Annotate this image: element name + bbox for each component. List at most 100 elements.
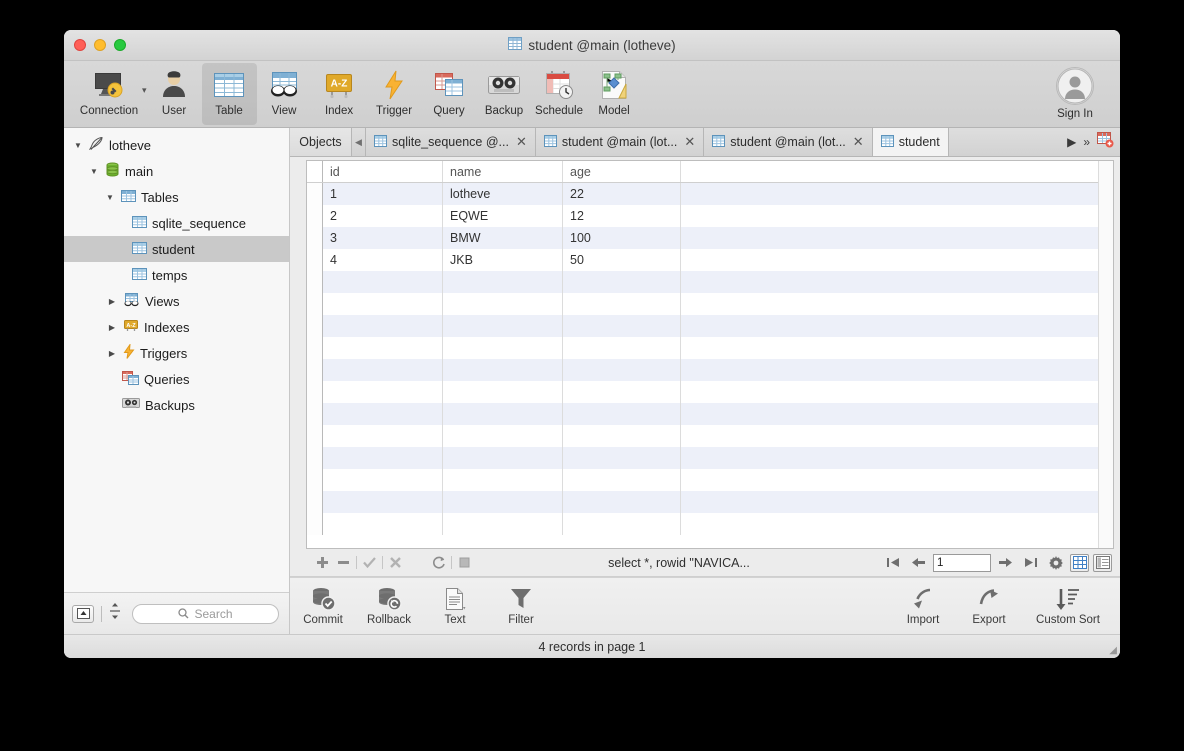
sql-preview-text[interactable]: select *, rowid "NAVICA... [475,556,883,570]
cell-age[interactable]: 100 [563,227,681,249]
tree-item-indexes[interactable]: ▶ A-Z Indexes [64,314,289,340]
twisty-down-icon[interactable]: ▼ [104,193,116,202]
table-row[interactable]: 1 lotheve 22 [307,183,1113,205]
prev-page-button[interactable] [908,553,929,573]
toolbar-item-view[interactable]: View [257,63,312,125]
cancel-changes-button[interactable] [385,553,406,573]
cell-age[interactable]: 12 [563,205,681,227]
remove-record-button[interactable] [333,553,354,573]
tree-item-views[interactable]: ▶ Views [64,288,289,314]
twisty-down-icon[interactable]: ▼ [88,167,100,176]
sign-in-button[interactable]: Sign In [1044,67,1106,120]
grid-vertical-scrollbar[interactable] [1098,161,1113,548]
last-page-button[interactable] [1020,553,1041,573]
toolbar-item-index[interactable]: A-Z Index [312,63,367,125]
resize-handle-icon[interactable] [109,602,121,625]
toolbar-item-table[interactable]: Table [201,63,257,125]
tab-scroll-left-button[interactable]: ◀ [352,128,366,156]
cell-age[interactable]: 50 [563,249,681,271]
stop-button[interactable] [454,553,475,573]
close-icon[interactable]: ✕ [516,134,527,150]
cell-id[interactable]: 3 [323,227,443,249]
chevron-down-icon[interactable]: ▾ [142,85,147,96]
tree-item-backups[interactable]: Backups [64,392,289,418]
tab-student-1[interactable]: student @main (lot... ✕ [535,128,705,156]
tree-item-queries[interactable]: Queries [64,366,289,392]
grid-header-age[interactable]: age [563,161,681,182]
add-record-button[interactable] [312,553,333,573]
chevron-right-icon[interactable]: ▶ [1067,135,1076,149]
new-tab-icon[interactable] [1097,131,1114,153]
tab-objects[interactable]: Objects [290,128,352,156]
tree-item-lotheve[interactable]: ▼ lotheve [64,132,289,158]
tab-sqlite-sequence[interactable]: sqlite_sequence @... ✕ [366,128,536,156]
import-button[interactable]: Import [890,582,956,626]
resize-grip-icon[interactable]: ◢ [1109,645,1117,656]
row-gutter[interactable] [307,183,323,205]
toolbar-item-model[interactable]: Model [587,63,642,125]
svg-text:A-Z: A-Z [126,322,136,328]
empty-cell [323,271,443,293]
collapse-panel-icon[interactable] [72,604,94,623]
row-gutter[interactable] [307,205,323,227]
grid-view-button[interactable] [1070,553,1089,572]
data-grid[interactable]: id name age 1 lotheve 22 2 EQWE 12 3 BMW… [306,160,1114,549]
tree-item-main[interactable]: ▼ main [64,158,289,184]
cell-age[interactable]: 22 [563,183,681,205]
tab-student-active[interactable]: student [872,128,949,156]
tree-item-student[interactable]: student [64,236,289,262]
table-row[interactable]: 3 BMW 100 [307,227,1113,249]
tab-student-2[interactable]: student @main (lot... ✕ [704,128,873,156]
search-input[interactable]: Search [132,603,279,624]
grid-header-name[interactable]: name [443,161,563,182]
close-button[interactable] [74,39,86,51]
close-icon[interactable]: ✕ [684,134,695,150]
cell-id[interactable]: 4 [323,249,443,271]
tree-item-sqlite-sequence[interactable]: sqlite_sequence [64,210,289,236]
first-page-button[interactable] [883,553,904,573]
custom-sort-button[interactable]: Custom Sort [1022,582,1114,626]
toolbar-item-connection[interactable]: Connection [72,63,146,125]
apply-changes-button[interactable] [359,553,380,573]
toolbar-item-trigger[interactable]: Trigger [367,63,422,125]
twisty-right-icon[interactable]: ▶ [106,349,118,358]
cell-name[interactable]: BMW [443,227,563,249]
row-gutter[interactable] [307,249,323,271]
cell-name[interactable]: EQWE [443,205,563,227]
toolbar-item-query[interactable]: Query [422,63,477,125]
tree-item-triggers[interactable]: ▶ Triggers [64,340,289,366]
toolbar-item-user[interactable]: User [147,63,202,125]
page-number-input[interactable]: 1 [933,553,991,572]
tree-item-temps[interactable]: temps [64,262,289,288]
export-button[interactable]: Export [956,582,1022,626]
cell-id[interactable]: 2 [323,205,443,227]
cell-id[interactable]: 1 [323,183,443,205]
grid-header-id[interactable]: id [323,161,443,182]
filter-button[interactable]: Filter [488,582,554,626]
twisty-down-icon[interactable]: ▼ [72,141,84,150]
database-icon [105,162,120,180]
table-row[interactable]: 2 EQWE 12 [307,205,1113,227]
form-view-button[interactable] [1093,553,1112,572]
refresh-button[interactable] [428,553,449,573]
row-gutter[interactable] [307,227,323,249]
toolbar-item-schedule[interactable]: Schedule [532,63,587,125]
text-button[interactable]: Text [422,582,488,626]
tree-item-tables[interactable]: ▼ Tables [64,184,289,210]
cell-name[interactable]: JKB [443,249,563,271]
minimize-button[interactable] [94,39,106,51]
table-row[interactable]: 4 JKB 50 [307,249,1113,271]
zoom-button[interactable] [114,39,126,51]
commit-button[interactable]: Commit [290,582,356,626]
twisty-right-icon[interactable]: ▶ [106,297,118,306]
gear-icon[interactable] [1045,553,1066,573]
toolbar-item-backup[interactable]: Backup [477,63,532,125]
rollback-button[interactable]: Rollback [356,582,422,626]
double-chevron-icon[interactable]: » [1083,135,1090,149]
next-page-button[interactable] [995,553,1016,573]
close-icon[interactable]: ✕ [853,134,864,150]
backup-icon [487,68,521,102]
cell-name[interactable]: lotheve [443,183,563,205]
feather-icon [88,136,104,154]
twisty-right-icon[interactable]: ▶ [106,323,118,332]
